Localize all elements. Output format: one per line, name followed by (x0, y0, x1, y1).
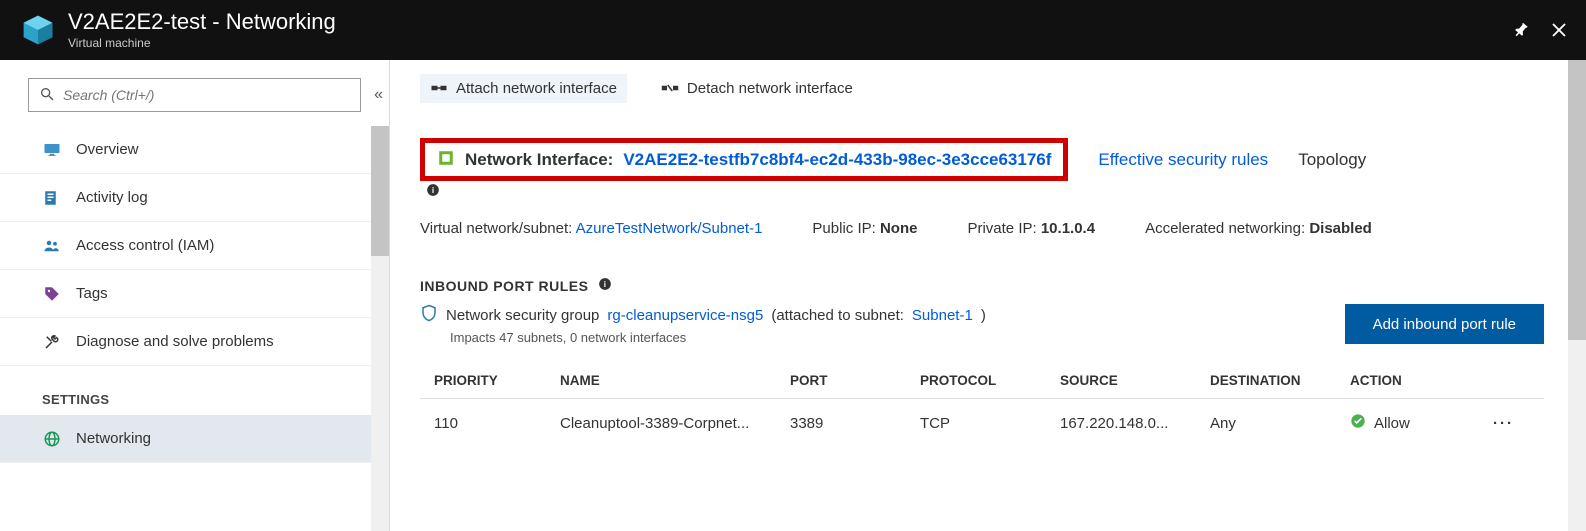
allow-icon (1350, 413, 1366, 433)
col-port: PORT (790, 373, 920, 388)
toolbar-label: Detach network interface (687, 80, 853, 97)
main-scrollbar[interactable] (1568, 60, 1586, 531)
nsg-link[interactable]: rg-cleanupservice-nsg5 (607, 307, 763, 324)
col-protocol: PROTOCOL (920, 373, 1060, 388)
toolbar: Attach network interface Detach network … (416, 60, 1586, 116)
collapse-sidebar-button[interactable]: « (374, 86, 383, 104)
blade-header: V2AE2E2-test - Networking Virtual machin… (0, 0, 1586, 60)
sidebar-item-networking[interactable]: Networking (0, 415, 389, 463)
sidebar-item-activity-log[interactable]: Activity log (0, 174, 389, 222)
sidebar-scrollbar[interactable] (371, 126, 389, 531)
search-wrap (28, 78, 361, 112)
sidebar-item-label: Networking (76, 430, 151, 447)
col-action: ACTION (1350, 373, 1460, 388)
topology-link[interactable]: Topology (1298, 150, 1366, 170)
people-icon (42, 236, 62, 256)
pin-button[interactable] (1506, 15, 1536, 45)
public-ip: Public IP: None (812, 220, 917, 237)
sidebar-item-label: Overview (76, 141, 139, 158)
add-inbound-rule-button[interactable]: Add inbound port rule (1345, 304, 1544, 344)
svg-text:i: i (432, 186, 434, 195)
sidebar-item-label: Diagnose and solve problems (76, 333, 274, 350)
search-input[interactable] (63, 87, 350, 103)
nic-icon (437, 149, 455, 170)
sidebar-item-overview[interactable]: Overview (0, 126, 389, 174)
shield-icon (420, 304, 438, 326)
inbound-rules-heading: INBOUND PORT RULES (420, 278, 588, 294)
svg-text:i: i (604, 280, 607, 289)
rules-table: PRIORITY NAME PORT PROTOCOL SOURCE DESTI… (420, 363, 1544, 447)
tools-icon (42, 332, 62, 352)
main-panel: Attach network interface Detach network … (416, 60, 1586, 531)
network-interface-highlight: Network Interface: V2AE2E2-testfb7c8bf4-… (420, 138, 1068, 181)
table-header: PRIORITY NAME PORT PROTOCOL SOURCE DESTI… (420, 363, 1544, 398)
monitor-icon (42, 140, 62, 160)
sidebar-item-iam[interactable]: Access control (IAM) (0, 222, 389, 270)
col-source: SOURCE (1060, 373, 1210, 388)
vm-icon (20, 12, 56, 48)
row-context-menu-button[interactable]: ··· (1460, 415, 1544, 432)
accelerated-networking: Accelerated networking: Disabled (1145, 220, 1372, 237)
search-icon (39, 86, 55, 105)
sidebar-item-tags[interactable]: Tags (0, 270, 389, 318)
close-button[interactable] (1544, 15, 1574, 45)
sidebar-item-label: Activity log (76, 189, 148, 206)
col-destination: DESTINATION (1210, 373, 1350, 388)
attach-icon (430, 81, 448, 95)
nic-name-link[interactable]: V2AE2E2-testfb7c8bf4-ec2d-433b-98ec-3e3c… (623, 150, 1051, 170)
sidebar-item-diagnose[interactable]: Diagnose and solve problems (0, 318, 389, 366)
sidebar-item-label: Tags (76, 285, 108, 302)
table-row[interactable]: 110 Cleanuptool-3389-Corpnet... 3389 TCP… (420, 398, 1544, 447)
activity-log-icon (42, 188, 62, 208)
subnet-link[interactable]: Subnet-1 (912, 307, 973, 324)
nic-label: Network Interface: (465, 150, 613, 170)
detach-nic-button[interactable]: Detach network interface (651, 74, 863, 103)
toolbar-label: Attach network interface (456, 80, 617, 97)
info-icon[interactable]: i (598, 277, 612, 294)
blade-title: V2AE2E2-test - Networking (68, 10, 336, 34)
detach-icon (661, 81, 679, 95)
nsg-impacts: Impacts 47 subnets, 0 network interfaces (450, 330, 986, 345)
blade-subtitle: Virtual machine (68, 36, 336, 50)
networking-icon (42, 429, 62, 449)
col-priority: PRIORITY (420, 373, 560, 388)
tag-icon (42, 284, 62, 304)
vnet-subnet: Virtual network/subnet: AzureTestNetwork… (420, 220, 762, 237)
effective-security-rules-link[interactable]: Effective security rules (1098, 150, 1268, 170)
info-icon: i (426, 183, 1544, 200)
vnet-subnet-link[interactable]: AzureTestNetwork/Subnet-1 (576, 220, 763, 237)
sidebar-item-label: Access control (IAM) (76, 237, 214, 254)
sidebar: « Overview Activity log Access control (… (0, 60, 390, 531)
attach-nic-button[interactable]: Attach network interface (420, 74, 627, 103)
private-ip: Private IP: 10.1.0.4 (967, 220, 1095, 237)
col-name: NAME (560, 373, 790, 388)
sidebar-section-settings: SETTINGS (0, 366, 389, 415)
